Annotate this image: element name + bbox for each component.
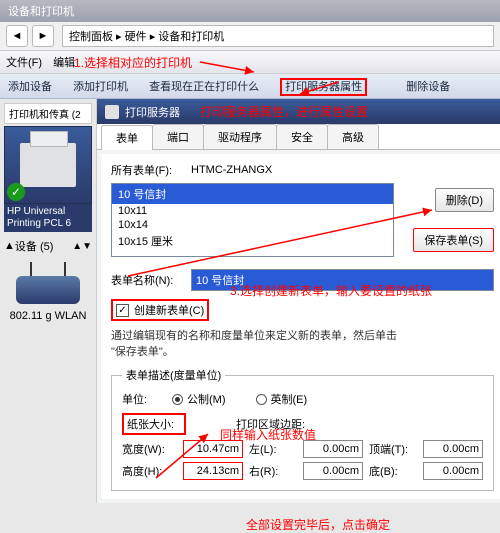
form-name-input[interactable]: 10 号信封 bbox=[191, 269, 494, 291]
cmd-add-device[interactable]: 添加设备 bbox=[8, 81, 52, 93]
wlan-label: 802.11 g WLAN bbox=[4, 310, 92, 322]
printer-label: HP Universal Printing PCL 6 bbox=[4, 204, 92, 232]
forms-listbox[interactable]: 10 号信封 10x11 10x14 10x15 厘米 bbox=[111, 183, 394, 257]
tab-security[interactable]: 安全 bbox=[276, 124, 328, 149]
form-name-label: 表单名称(N): bbox=[111, 272, 191, 288]
dialog-print-server: 打印服务器 打印服务器属性，进行属性设置 表单 端口 驱动程序 安全 高级 所有… bbox=[96, 99, 500, 503]
server-name: HTMC-ZHANGX bbox=[191, 164, 272, 176]
width-label: 宽度(W): bbox=[122, 441, 177, 457]
forms-on-label: 所有表单(F): bbox=[111, 162, 191, 178]
hint-line1: 通过编辑现有的名称和度量单位来定义新的表单，然后单击 bbox=[111, 330, 397, 342]
wlan-device[interactable]: 802.11 g WLAN bbox=[4, 276, 92, 322]
bottom-input[interactable]: 0.00cm bbox=[423, 462, 483, 480]
tab-forms[interactable]: 表单 bbox=[101, 125, 153, 150]
router-icon bbox=[16, 276, 80, 304]
height-label: 高度(H): bbox=[122, 463, 177, 479]
create-new-label: 创建新表单(C) bbox=[134, 302, 204, 318]
sidebar: 打印机和传真 (2 ✓ HP Universal Printing PCL 6 … bbox=[0, 99, 96, 503]
menu-file[interactable]: 文件(F) bbox=[6, 57, 42, 69]
cmd-add-printer[interactable]: 添加打印机 bbox=[73, 81, 128, 93]
nav-bar: ◄ ► 控制面板 ▸ 硬件 ▸ 设备和打印机 bbox=[0, 22, 500, 51]
list-item[interactable]: 10 号信封 bbox=[112, 184, 393, 204]
tab-row: 表单 端口 驱动程序 安全 高级 bbox=[97, 124, 500, 150]
hint-line2: "保存表单"。 bbox=[111, 346, 174, 358]
tab-ports[interactable]: 端口 bbox=[152, 124, 204, 149]
right-input[interactable]: 0.00cm bbox=[303, 462, 363, 480]
cmd-remove-device[interactable]: 删除设备 bbox=[406, 81, 450, 93]
menu-edit[interactable]: 编辑 bbox=[53, 57, 75, 69]
left-label: 左(L): bbox=[249, 441, 297, 457]
unit-label: 单位: bbox=[122, 391, 172, 407]
radio-english[interactable] bbox=[256, 394, 267, 405]
check-icon: ✓ bbox=[7, 183, 25, 201]
dialog-title: 打印服务器 bbox=[125, 104, 180, 120]
nav-back-button[interactable]: ◄ bbox=[6, 25, 28, 47]
create-new-checkbox[interactable]: ✓ bbox=[116, 304, 129, 317]
radio-metric[interactable] bbox=[172, 394, 183, 405]
fieldset-legend: 表单描述(度量单位) bbox=[122, 367, 225, 383]
cmd-print-server-props[interactable]: 打印服务器属性 bbox=[280, 78, 367, 96]
command-bar: 添加设备 添加打印机 查看现在正在打印什么 打印服务器属性 删除设备 bbox=[0, 74, 500, 99]
window-title: 设备和打印机 bbox=[8, 3, 74, 19]
printer-small-icon bbox=[105, 105, 119, 119]
top-input[interactable]: 0.00cm bbox=[423, 440, 483, 458]
delete-button[interactable]: 删除(D) bbox=[435, 188, 494, 212]
width-input[interactable]: 10.47cm bbox=[183, 440, 243, 458]
menu-bar: 文件(F) 编辑 bbox=[0, 51, 500, 74]
paper-size-label: 纸张大小: bbox=[122, 413, 186, 435]
tab-advanced[interactable]: 高级 bbox=[327, 124, 379, 149]
tab-drivers[interactable]: 驱动程序 bbox=[203, 124, 277, 149]
left-input[interactable]: 0.00cm bbox=[303, 440, 363, 458]
cmd-see-printing[interactable]: 查看现在正在打印什么 bbox=[149, 81, 259, 93]
annotation-5: 全部设置完毕后，点击确定 bbox=[246, 516, 390, 533]
breadcrumb[interactable]: 控制面板 ▸ 硬件 ▸ 设备和打印机 bbox=[62, 25, 494, 47]
list-item[interactable]: 10x14 bbox=[112, 218, 393, 232]
form-desc-fieldset: 表单描述(度量单位) 单位: 公制(M) 英制(E) 纸张大小: 打印区域边距:… bbox=[111, 367, 494, 491]
annotation-2: 打印服务器属性，进行属性设置 bbox=[200, 103, 368, 120]
window-titlebar: 设备和打印机 bbox=[0, 0, 500, 22]
margin-label: 打印区域边距: bbox=[236, 416, 305, 432]
group-header-devices[interactable]: ▲ 设备 (5) ▲▼ bbox=[4, 238, 92, 254]
printer-icon[interactable]: ✓ bbox=[4, 126, 92, 204]
list-item[interactable]: 10x15 厘米 bbox=[112, 232, 393, 250]
bottom-label: 底(B): bbox=[369, 463, 417, 479]
list-item[interactable]: 10x11 bbox=[112, 204, 393, 218]
right-label: 右(R): bbox=[249, 463, 297, 479]
height-input[interactable]: 24.13cm bbox=[183, 462, 243, 480]
dialog-titlebar: 打印服务器 打印服务器属性，进行属性设置 bbox=[97, 99, 500, 124]
top-label: 顶端(T): bbox=[369, 441, 417, 457]
group-header-printers: 打印机和传真 (2 bbox=[4, 103, 92, 124]
nav-forward-button[interactable]: ► bbox=[32, 25, 54, 47]
save-form-button[interactable]: 保存表单(S) bbox=[413, 228, 494, 252]
